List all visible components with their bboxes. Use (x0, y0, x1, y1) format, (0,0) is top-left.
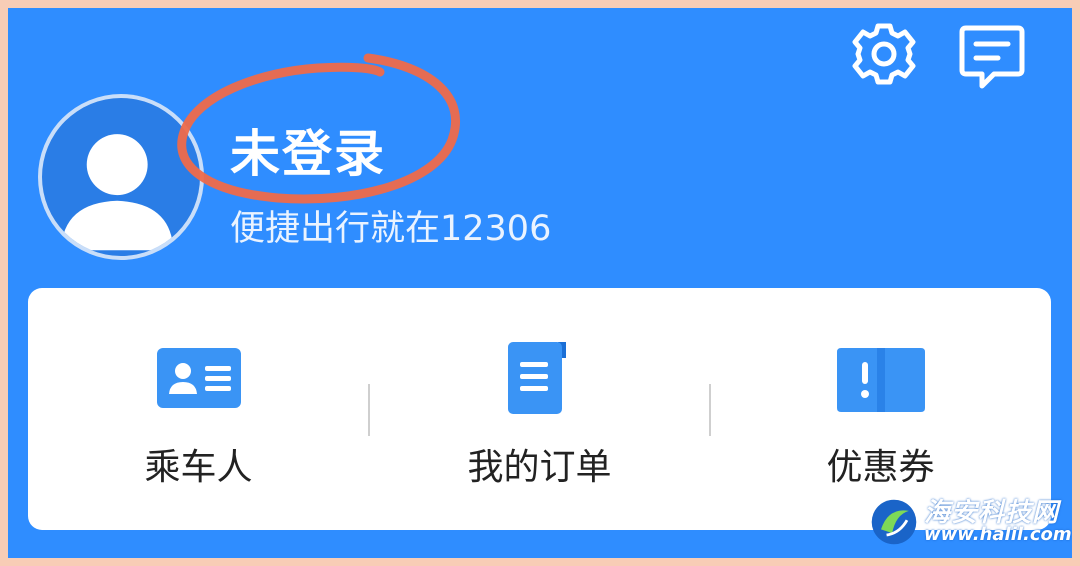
avatar[interactable] (38, 94, 204, 260)
id-card-icon (151, 338, 247, 418)
ticket-icon (833, 338, 929, 418)
profile-header: 未登录 便捷出行就在12306 乘车人 我的订单 优惠券 海安科技网 www.h… (8, 8, 1072, 558)
watermark-logo-icon (871, 499, 917, 545)
passenger-label: 乘车人 (144, 447, 253, 488)
passenger-button[interactable]: 乘车人 (28, 288, 369, 530)
slogan-text: 便捷出行就在12306 (230, 209, 552, 249)
order-document-icon (492, 338, 588, 418)
watermark-url: www.halil.com (924, 524, 1072, 545)
login-status-label[interactable]: 未登录 (230, 114, 386, 186)
gear-icon[interactable] (850, 20, 918, 88)
my-orders-label: 我的订单 (467, 447, 612, 488)
watermark: 海安科技网 www.halil.com (868, 490, 1072, 552)
coupon-label: 优惠券 (826, 447, 935, 488)
my-orders-button[interactable]: 我的订单 (369, 288, 710, 530)
message-icon[interactable] (956, 20, 1028, 92)
user-silhouette-icon (61, 134, 174, 251)
